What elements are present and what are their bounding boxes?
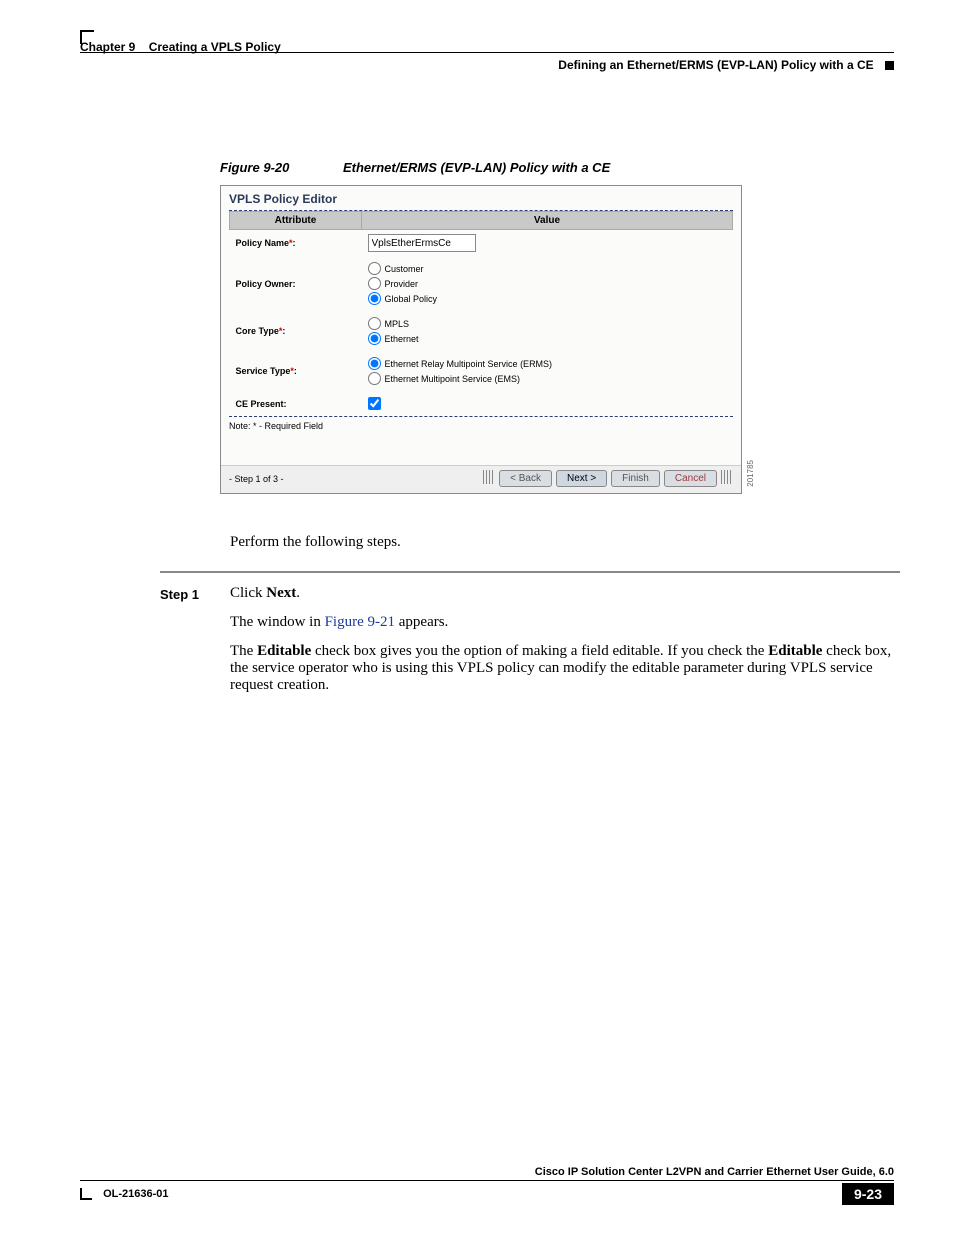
page-footer: Cisco IP Solution Center L2VPN and Carri… [80,1166,894,1205]
header-rule [80,52,894,53]
editor-form-table: Attribute Value Policy Name*: Policy Own… [229,211,733,416]
section-marker-icon [885,61,894,70]
core-ethernet-radio[interactable] [368,332,381,345]
step-indicator: - Step 1 of 3 - [229,474,284,484]
owner-provider-radio[interactable] [368,277,381,290]
section-heading: Defining an Ethernet/ERMS (EVP-LAN) Poli… [558,58,894,72]
grip-icon [721,470,733,484]
figure-number: Figure 9-20 [220,160,289,175]
table-header-row: Attribute Value [230,212,733,230]
grip-icon [483,470,495,484]
footer-guide-title: Cisco IP Solution Center L2VPN and Carri… [80,1166,894,1181]
finish-button[interactable]: Finish [611,470,660,487]
row-policy-name: Policy Name*: [230,230,733,257]
owner-global-radio[interactable] [368,292,381,305]
cancel-button[interactable]: Cancel [664,470,717,487]
col-attribute: Attribute [230,212,362,230]
figure-id: 201785 [746,460,755,487]
row-policy-owner: Policy Owner: Customer Provider Global P… [230,256,733,311]
service-ems-radio[interactable] [368,372,381,385]
steps-divider [160,571,900,573]
step-body: Click Next. The window in Figure 9-21 ap… [230,585,894,706]
back-button[interactable]: < Back [499,470,552,487]
step-label: Step 1 [160,587,230,706]
next-button[interactable]: Next > [556,470,607,487]
owner-customer-radio[interactable] [368,262,381,275]
vpls-policy-editor-screenshot: VPLS Policy Editor Attribute Value Polic… [220,185,742,494]
wizard-footer: - Step 1 of 3 - < Back Next > Finish Can… [221,465,741,493]
footer-doc-id: OL-21636-01 [80,1188,169,1200]
row-service-type: Service Type*: Ethernet Relay Multipoint… [230,351,733,391]
row-core-type: Core Type*: MPLS Ethernet [230,311,733,351]
required-note: Note: * - Required Field [221,417,741,435]
crop-mark-icon [80,1188,92,1200]
core-mpls-radio[interactable] [368,317,381,330]
page-number: 9-23 [842,1183,894,1205]
ce-present-checkbox[interactable] [368,397,381,410]
col-value: Value [362,212,733,230]
editor-title: VPLS Policy Editor [221,186,741,210]
figure-link[interactable]: Figure 9-21 [325,614,395,630]
page-header: Chapter 9 Creating a VPLS Policy Definin… [80,30,894,100]
figure-title: Ethernet/ERMS (EVP-LAN) Policy with a CE [343,160,610,175]
service-erms-radio[interactable] [368,357,381,370]
intro-text: Perform the following steps. [230,534,894,551]
row-ce-present: CE Present: [230,391,733,416]
step-1: Step 1 Click Next. The window in Figure … [160,585,894,706]
figure-caption: Figure 9-20 Ethernet/ERMS (EVP-LAN) Poli… [220,160,894,175]
policy-name-input[interactable] [368,234,476,252]
